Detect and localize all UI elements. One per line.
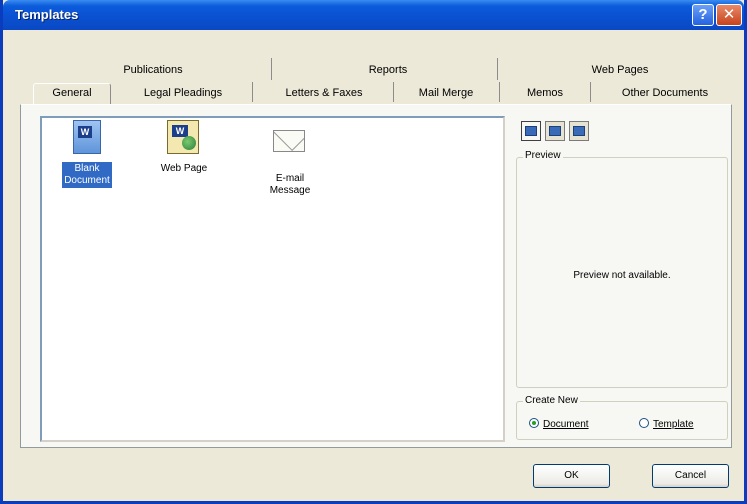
template-item-blank-document[interactable]: W Blank Document <box>51 120 123 188</box>
web-page-icon: W <box>167 120 201 156</box>
help-button[interactable]: ? <box>692 4 714 26</box>
tab-web-pages[interactable]: Web Pages <box>565 61 675 80</box>
preview-message: Preview not available. <box>573 270 671 281</box>
template-label: Web Page <box>160 163 208 174</box>
preview-label: Preview <box>523 150 563 161</box>
template-item-web-page[interactable]: W Web Page <box>148 120 220 176</box>
ok-button[interactable]: OK <box>533 464 610 488</box>
window-title: Templates <box>15 7 79 22</box>
envelope-icon <box>273 130 307 166</box>
template-label: E-mail Message <box>269 173 311 196</box>
close-button[interactable]: ✕ <box>716 4 742 26</box>
tab-separator <box>271 58 272 80</box>
tab-general[interactable]: General <box>33 83 111 105</box>
tab-mail-merge[interactable]: Mail Merge <box>399 84 493 103</box>
tab-legal-pleadings[interactable]: Legal Pleadings <box>119 84 247 103</box>
template-item-email-message[interactable]: E-mail Message <box>254 120 326 198</box>
create-new-label: Create New <box>523 395 580 406</box>
radio-document[interactable]: Document <box>529 418 589 430</box>
tab-separator <box>590 82 591 102</box>
title-bar[interactable]: Templates ? ✕ <box>3 0 744 30</box>
details-view-icon <box>573 126 585 136</box>
tab-separator <box>393 82 394 102</box>
large-icons-view-button[interactable] <box>521 121 541 141</box>
tab-publications[interactable]: Publications <box>98 61 208 80</box>
tab-memos[interactable]: Memos <box>505 84 585 103</box>
list-view-icon <box>549 126 561 136</box>
tab-separator <box>252 82 253 102</box>
tab-reports[interactable]: Reports <box>333 61 443 80</box>
templates-dialog: Templates ? ✕ Publications Reports Web P… <box>0 0 747 504</box>
radio-unchecked-icon <box>639 418 649 428</box>
tab-other-documents[interactable]: Other Documents <box>597 84 733 103</box>
list-view-button[interactable] <box>545 121 565 141</box>
radio-template[interactable]: Template <box>639 418 694 430</box>
word-document-icon: W <box>70 120 104 156</box>
radio-checked-icon <box>529 418 539 428</box>
details-view-button[interactable] <box>569 121 589 141</box>
tab-letters-faxes[interactable]: Letters & Faxes <box>261 84 387 103</box>
template-label: Blank Document <box>62 162 112 188</box>
tab-separator <box>497 58 498 80</box>
cancel-button[interactable]: Cancel <box>652 464 729 488</box>
tab-separator <box>499 82 500 102</box>
large-icons-view-icon <box>525 126 537 136</box>
